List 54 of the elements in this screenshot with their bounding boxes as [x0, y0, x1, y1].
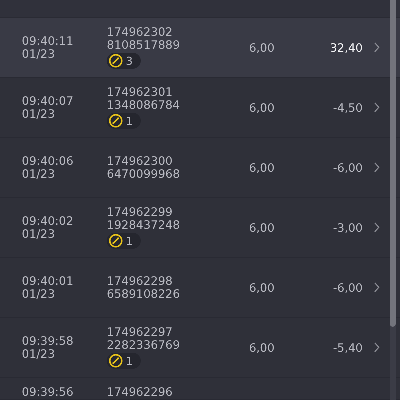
count-badge: 3: [107, 53, 141, 69]
id-text: 6589108226: [107, 288, 180, 300]
time-text: 09:39:58: [22, 334, 74, 348]
id-text: 6470099968: [107, 168, 180, 180]
time-text: 09:40:11: [22, 34, 74, 48]
date-text: 01/23: [22, 288, 56, 300]
coin-icon: [109, 114, 123, 128]
id-text: 174962300: [107, 154, 173, 168]
id-text: 8108517889: [107, 39, 180, 52]
chevron-right-icon: [374, 42, 380, 53]
result-text: -5,40: [332, 340, 363, 354]
coin-icon: [109, 54, 123, 68]
result-text: -6,00: [332, 280, 363, 294]
date-text: 01/23: [22, 348, 56, 360]
time-text: 09:40:06: [22, 154, 74, 168]
time-text: 09:40:01: [22, 274, 74, 288]
chevron-right-icon: [374, 222, 380, 233]
coin-icon: [109, 354, 123, 368]
chevron-right-icon: [374, 342, 380, 353]
date-text: 01/23: [22, 48, 56, 60]
coin-icon: [109, 234, 123, 248]
result-text: 32,40: [329, 40, 363, 54]
id-text: 1348086784: [107, 99, 180, 112]
id-text: 174962298: [107, 274, 173, 288]
id-text: 174962297: [107, 326, 173, 339]
stake-text: 6,00: [248, 220, 276, 234]
result-text: -6,00: [332, 160, 363, 174]
scrollbar-thumb[interactable]: [390, 0, 396, 327]
transaction-row[interactable]: 09:40:11 01/23 174962302 8108517889 3 6,00 32,40: [0, 18, 400, 78]
time-text: 09:40:07: [22, 94, 74, 108]
stake-text: 6,00: [248, 100, 276, 114]
id-text: 174962302: [107, 26, 173, 39]
result-text: -3,00: [332, 220, 363, 234]
time-text: 09:39:56: [22, 386, 74, 399]
stake-text: 6,00: [248, 280, 276, 294]
date-text: 01/23: [22, 168, 56, 180]
result-text: -4,50: [332, 100, 363, 114]
chevron-right-icon: [374, 102, 380, 113]
id-text: 2282336769: [107, 339, 180, 352]
id-text: 174962301: [107, 86, 173, 99]
count-badge: 1: [107, 113, 141, 129]
chevron-right-icon: [374, 282, 380, 293]
id-text: 174962296: [107, 386, 173, 399]
date-text: 01/23: [22, 228, 56, 240]
chevron-right-icon: [374, 162, 380, 173]
id-text: 174962299: [107, 206, 173, 219]
time-text: 09:40:02: [22, 214, 74, 228]
stake-text: 6,00: [248, 160, 276, 174]
count-badge: 1: [107, 353, 141, 369]
count-badge: 1: [107, 233, 141, 249]
stake-text: 6,00: [248, 340, 276, 354]
date-text: 01/23: [22, 108, 56, 120]
id-text: 1928437248: [107, 219, 180, 232]
stake-text: 6,00: [248, 40, 276, 54]
